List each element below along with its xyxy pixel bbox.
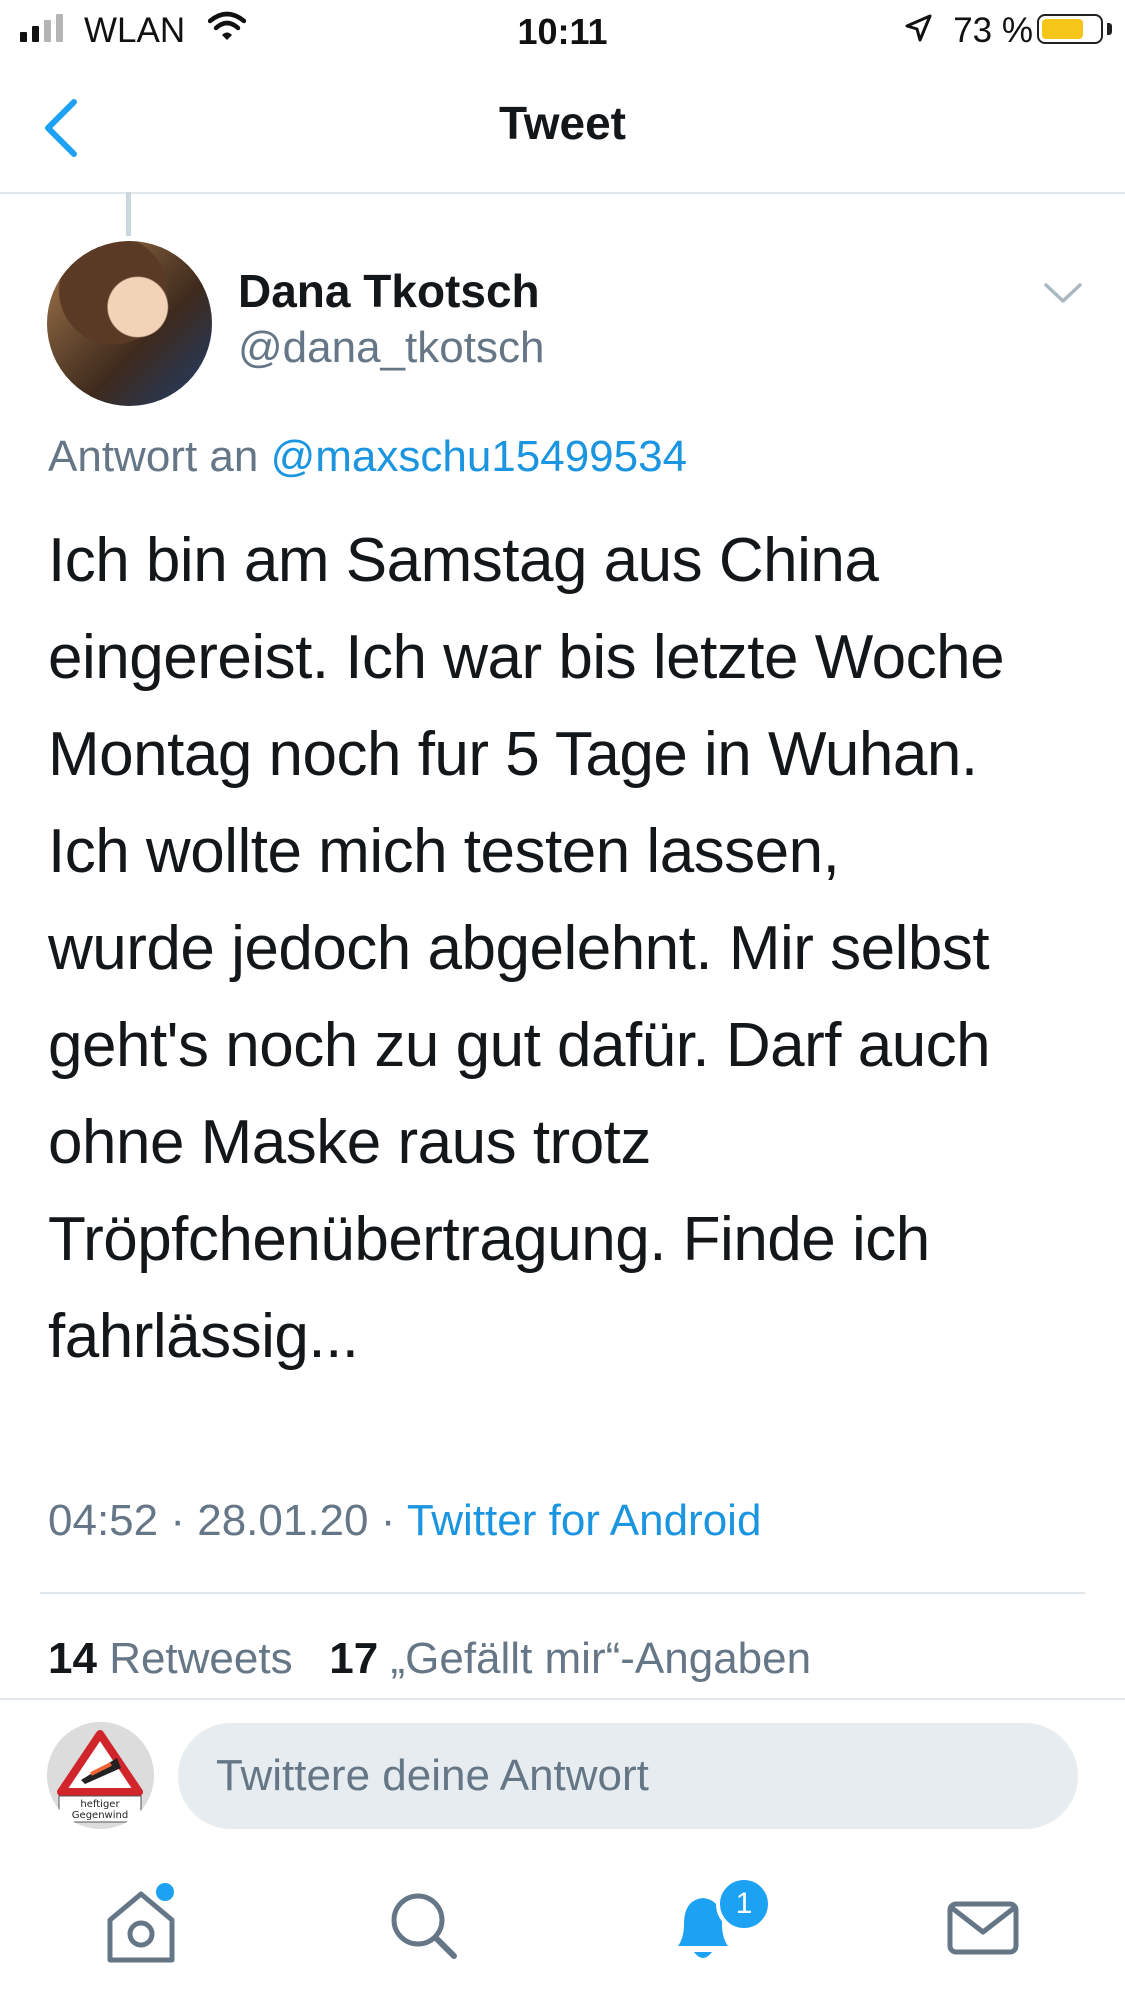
search-icon[interactable] bbox=[378, 1880, 468, 1970]
like-count: 17 bbox=[329, 1634, 379, 1683]
tweet-text-line: fahrlässig... bbox=[48, 1302, 359, 1371]
tweet-text-line: geht's noch zu gut dafür. Darf auch bbox=[48, 1011, 991, 1080]
tweet-time: 04:52 bbox=[48, 1496, 159, 1545]
retweet-label: Retweets bbox=[109, 1634, 293, 1683]
tweet-text-line: Montag noch fur 5 Tage in Wuhan. bbox=[48, 720, 978, 789]
battery-level-fill bbox=[1042, 19, 1083, 39]
author-avatar[interactable] bbox=[47, 241, 212, 406]
tweet-stats: 14 Retweets 17 „Gefällt mir“-Angaben bbox=[48, 1634, 811, 1684]
battery-icon bbox=[1037, 14, 1103, 44]
mail-icon[interactable] bbox=[938, 1880, 1028, 1970]
tweet-text-line: Tröpfchenübertragung. Finde ich bbox=[48, 1205, 930, 1274]
reply-to-user-link[interactable]: @maxschu15499534 bbox=[271, 432, 688, 481]
retweets-stat[interactable]: 14 Retweets bbox=[48, 1634, 293, 1683]
tweet-text-line: Ich bin am Samstag aus China bbox=[48, 526, 879, 595]
notification-badge: 1 bbox=[716, 1876, 772, 1932]
warning-sign-avatar-image: heftiger Gegenwind bbox=[47, 1722, 154, 1829]
author-handle: @dana_tkotsch bbox=[238, 323, 545, 372]
tweet-text-line: Ich wollte mich testen lassen, bbox=[48, 817, 840, 886]
svg-text:heftiger: heftiger bbox=[80, 1799, 120, 1810]
location-arrow-icon bbox=[905, 14, 932, 42]
navigation-bar: Tweet bbox=[0, 62, 1125, 194]
reply-prefix: Antwort an bbox=[48, 432, 271, 481]
svg-text:Gegenwind: Gegenwind bbox=[72, 1810, 128, 1821]
tweet-text: Ich bin am Samstag aus China eingereist.… bbox=[48, 512, 1088, 1385]
tweet-source-link[interactable]: Twitter for Android bbox=[407, 1496, 762, 1545]
like-label: „Gefällt mir“-Angaben bbox=[390, 1634, 812, 1683]
tweet-text-line: wurde jedoch abgelehnt. Mir selbst bbox=[48, 914, 990, 983]
current-user-avatar[interactable]: heftiger Gegenwind bbox=[47, 1722, 154, 1829]
reply-input[interactable]: Twittere deine Antwort bbox=[178, 1723, 1078, 1829]
battery-percentage: 73 % bbox=[953, 11, 1033, 50]
likes-stat[interactable]: 17 „Gefällt mir“-Angaben bbox=[329, 1634, 811, 1683]
divider bbox=[40, 1592, 1085, 1594]
reply-context: Antwort an @maxschu15499534 bbox=[48, 432, 687, 482]
tweet-text-line: eingereist. Ich war bis letzte Woche bbox=[48, 623, 1005, 692]
tweet-metadata: 04:52 · 28.01.20 · Twitter for Android bbox=[48, 1496, 762, 1545]
home-new-content-dot bbox=[153, 1880, 177, 1904]
thread-connector-line bbox=[126, 192, 131, 236]
chevron-down-icon[interactable] bbox=[1040, 278, 1086, 308]
tweet-text-line: ohne Maske raus trotz bbox=[48, 1108, 651, 1177]
divider bbox=[0, 1698, 1125, 1700]
tweet-date: 28.01.20 bbox=[197, 1496, 369, 1545]
retweet-count: 14 bbox=[48, 1634, 97, 1683]
reply-input-placeholder: Twittere deine Antwort bbox=[216, 1751, 649, 1800]
page-title: Tweet bbox=[499, 97, 626, 149]
status-bar: WLAN 10:11 73 % bbox=[0, 0, 1125, 62]
battery-nub bbox=[1107, 23, 1112, 35]
author-display-name[interactable]: Dana Tkotsch bbox=[238, 264, 540, 318]
